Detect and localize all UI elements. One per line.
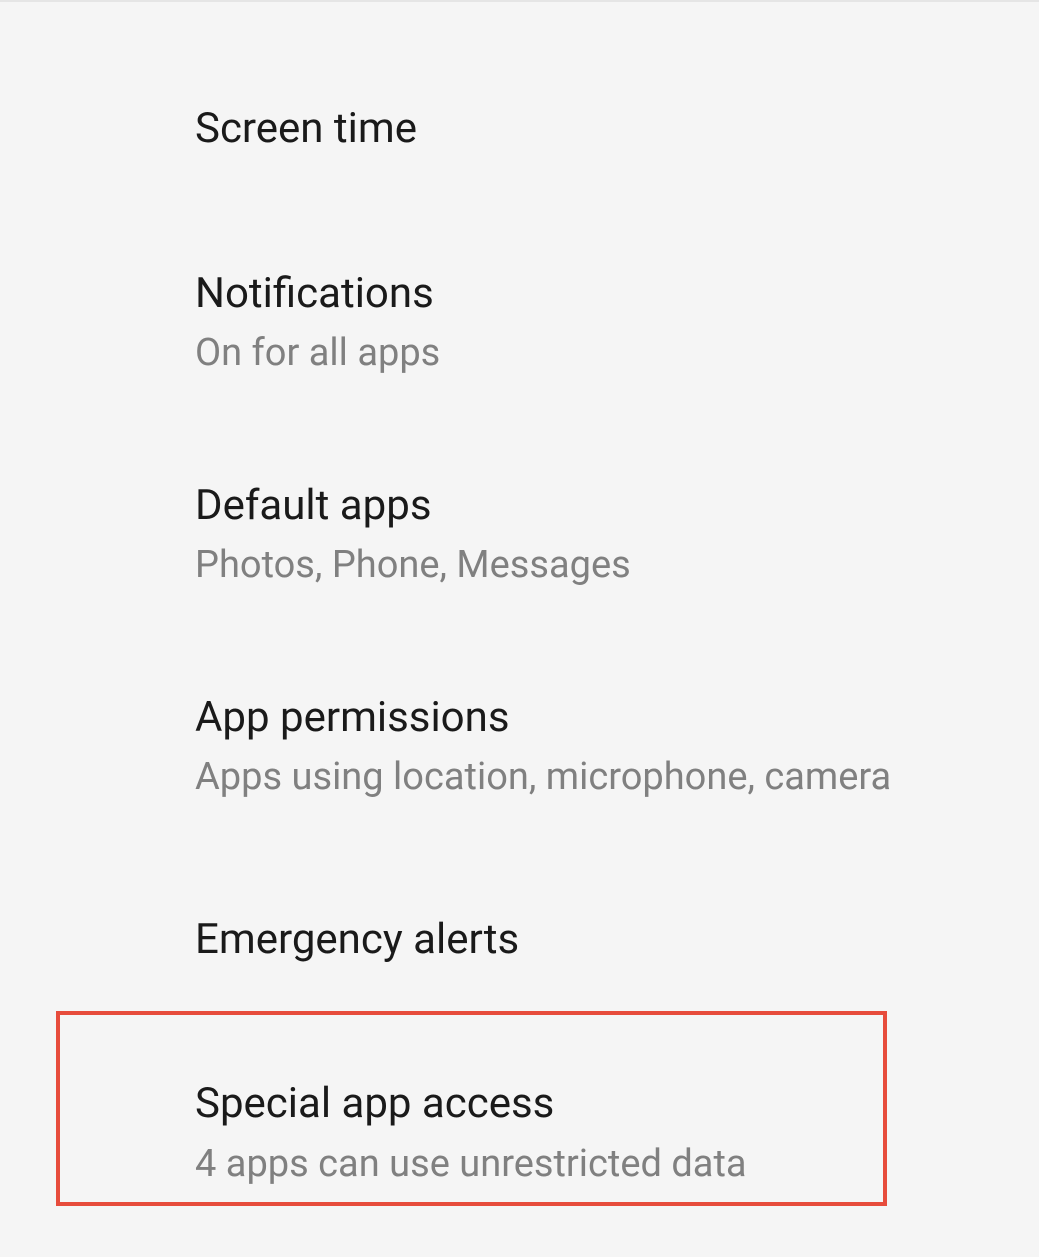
settings-item-special-app-access[interactable]: Special app access 4 apps can use unrest… [0, 1027, 1039, 1239]
item-subtitle: Photos, Phone, Messages [195, 541, 1039, 590]
item-subtitle: 4 apps can use unrestricted data [195, 1140, 1039, 1189]
settings-item-emergency-alerts[interactable]: Emergency alerts [0, 853, 1039, 1028]
item-subtitle: Apps using location, microphone, camera [195, 753, 1039, 802]
settings-item-notifications[interactable]: Notifications On for all apps [0, 217, 1039, 429]
settings-item-default-apps[interactable]: Default apps Photos, Phone, Messages [0, 429, 1039, 641]
item-subtitle: On for all apps [195, 329, 1039, 378]
item-title: App permissions [195, 691, 1039, 746]
item-title: Screen time [195, 102, 1039, 157]
item-title: Special app access [195, 1077, 1039, 1132]
item-title: Notifications [195, 267, 1039, 322]
settings-item-screen-time[interactable]: Screen time [0, 42, 1039, 217]
settings-list: Screen time Notifications On for all app… [0, 2, 1039, 1239]
settings-item-app-permissions[interactable]: App permissions Apps using location, mic… [0, 641, 1039, 853]
item-title: Emergency alerts [195, 913, 1039, 968]
item-title: Default apps [195, 479, 1039, 534]
